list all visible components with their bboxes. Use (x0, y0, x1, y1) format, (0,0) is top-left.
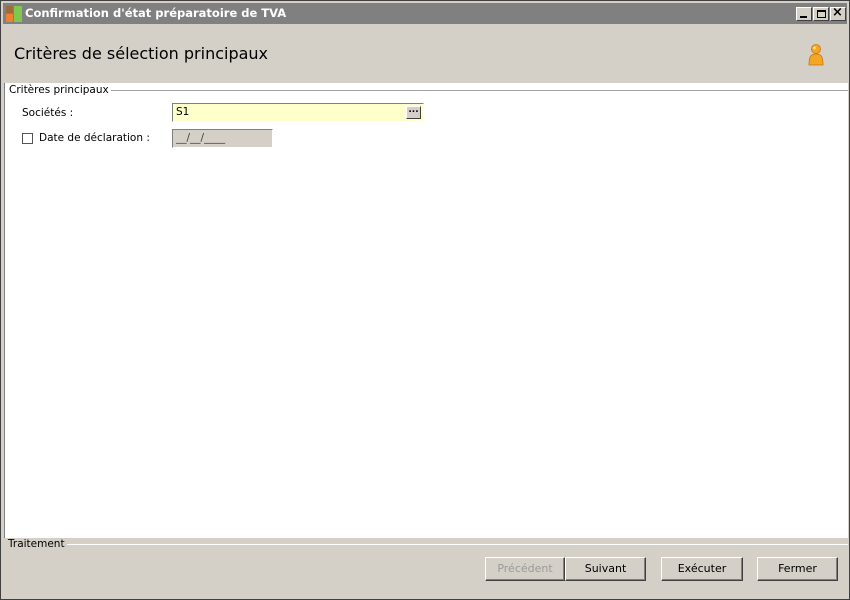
group-divider (100, 90, 848, 91)
close-icon: × (832, 5, 843, 20)
maximize-button[interactable] (813, 7, 829, 21)
group-label-processing: Traitement (8, 538, 67, 550)
main-window: Confirmation d'état préparatoire de TVA … (0, 0, 850, 600)
minimize-icon (800, 16, 807, 18)
person-icon[interactable] (806, 43, 826, 67)
app-icon (6, 6, 22, 22)
maximize-icon (817, 10, 826, 18)
next-button[interactable]: Suivant (565, 557, 646, 581)
societes-value: S1 (176, 106, 190, 118)
close-button[interactable]: Fermer (757, 557, 838, 581)
date-declaration-field[interactable]: __/__/____ (172, 129, 273, 148)
processing-panel: Traitement Précédent Suivant Exécuter Fe… (4, 538, 848, 598)
window-title: Confirmation d'état préparatoire de TVA (25, 6, 287, 20)
execute-button[interactable]: Exécuter (661, 557, 743, 581)
page-header: Critères de sélection principaux (3, 24, 847, 83)
societes-label: Sociétés : (22, 107, 74, 119)
title-bar[interactable]: Confirmation d'état préparatoire de TVA … (3, 3, 847, 24)
date-declaration-placeholder: __/__/____ (176, 132, 226, 144)
close-window-button[interactable]: × (830, 5, 846, 21)
previous-button[interactable]: Précédent (485, 557, 565, 581)
page-title: Critères de sélection principaux (14, 44, 269, 63)
societes-lookup-button[interactable]: ... (406, 106, 421, 119)
date-declaration-checkbox[interactable] (22, 133, 33, 144)
societes-input[interactable]: S1 ... (172, 103, 424, 122)
criteria-panel: Critères principaux Sociétés : S1 ... Da… (4, 83, 848, 538)
date-declaration-label: Date de déclaration : (39, 132, 150, 144)
minimize-button[interactable] (796, 7, 812, 21)
processing-divider (62, 544, 848, 545)
group-label-main-criteria: Critères principaux (9, 84, 111, 96)
